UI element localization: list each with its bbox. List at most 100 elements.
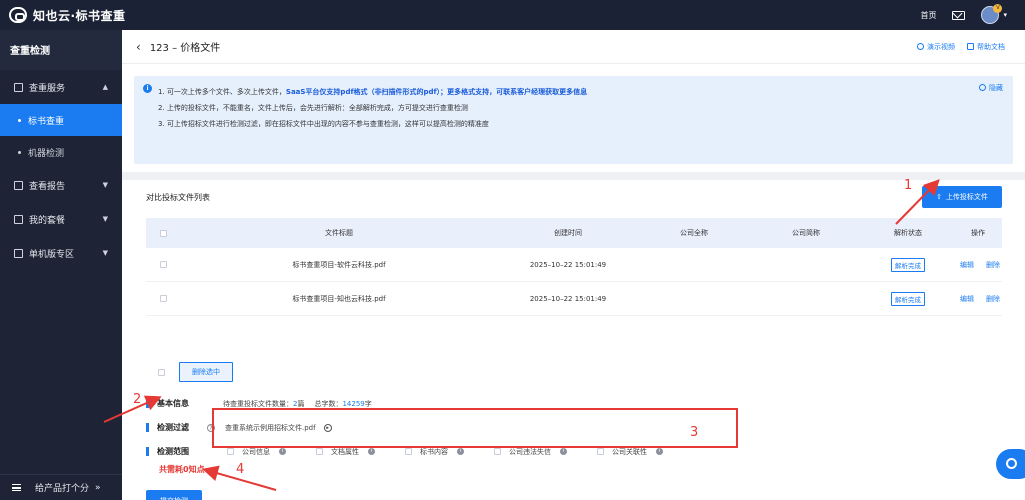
sidebar-item-label: 标书查重 bbox=[28, 116, 65, 127]
notice-line-1-prefix: 1. 可一次上传多个文件、多次上传文件， bbox=[158, 88, 286, 96]
scope-option-bid-content[interactable]: 标书内容 i bbox=[405, 447, 464, 457]
checkbox[interactable] bbox=[597, 448, 604, 455]
scope-option-doc-properties[interactable]: 文档属性 i bbox=[316, 447, 375, 457]
mail-icon[interactable] bbox=[952, 10, 966, 20]
page-header: ‹ 123 – 价格文件 bbox=[122, 30, 1025, 64]
parse-status-badge: 解析完成 bbox=[891, 291, 925, 306]
sidebar-group-standalone[interactable]: 单机版专区 ▼ bbox=[0, 236, 122, 270]
column-header: 创建时间 bbox=[554, 229, 582, 237]
scope-option-label: 标书内容 bbox=[420, 447, 448, 456]
scope-option-label: 文档属性 bbox=[331, 447, 359, 456]
info-icon: i bbox=[143, 84, 152, 93]
delete-button[interactable]: 删除 bbox=[986, 295, 1000, 303]
row-checkbox[interactable] bbox=[159, 295, 167, 302]
scope-option-label: 公司信息 bbox=[242, 447, 270, 456]
standalone-icon bbox=[14, 248, 23, 258]
sidebar-item-machine-check[interactable]: 机器检测 bbox=[0, 136, 122, 168]
notice-line-2: 2. 上传的投标文件，不能重名，文件上传后，会先进行解析：全部解析完成，方可提交… bbox=[158, 104, 468, 112]
info-icon[interactable]: i bbox=[279, 448, 286, 455]
vip-badge: V bbox=[993, 4, 1003, 13]
created-time-cell: 2025–10–22 15:01:49 bbox=[529, 294, 607, 303]
rate-product-button[interactable]: 给产品打个分 » bbox=[0, 474, 122, 500]
brand-name: 知也云·标书查重 bbox=[33, 8, 126, 23]
notice-line-3: 3. 可上传招标文件进行检测过滤，即在招标文件中出现的内容不参与查重检测，这样可… bbox=[158, 120, 489, 128]
scope-option-company-violations[interactable]: 公司违法失信 i bbox=[494, 447, 567, 457]
sidebar-group-service[interactable]: 查重服务 ▲ bbox=[0, 70, 122, 104]
section-marker bbox=[146, 423, 149, 432]
cost-text: 共需耗0知点 bbox=[159, 465, 205, 474]
checkbox[interactable] bbox=[405, 448, 412, 455]
column-header: 操作 bbox=[971, 229, 985, 237]
scope-option-company-info[interactable]: 公司信息 i bbox=[227, 447, 286, 457]
rate-product-label: 给产品打个分 bbox=[35, 484, 90, 494]
scope-option-company-relation[interactable]: 公司关联性 i bbox=[597, 447, 663, 457]
chevron-down-icon: ▼ bbox=[102, 181, 108, 189]
upload-bid-file-button[interactable]: ⇧ 上传投标文件 bbox=[922, 186, 1002, 208]
edit-button[interactable]: 编辑 bbox=[960, 295, 974, 303]
checkbox[interactable] bbox=[494, 448, 501, 455]
row-checkbox[interactable] bbox=[159, 261, 167, 268]
help-doc-link[interactable]: 帮助文档 bbox=[967, 42, 1005, 52]
column-header: 公司全称 bbox=[680, 229, 708, 237]
chevron-down-icon[interactable]: ▾ bbox=[1003, 11, 1007, 19]
parse-status-badge: 解析完成 bbox=[891, 257, 925, 272]
scope-option-label: 公司关联性 bbox=[612, 447, 647, 456]
hide-notice-button[interactable]: 隐藏 bbox=[979, 83, 1003, 93]
select-all-checkbox[interactable] bbox=[159, 229, 167, 237]
sidebar-group-label: 我的套餐 bbox=[29, 215, 66, 226]
info-icon[interactable]: i bbox=[457, 448, 464, 455]
column-header: 文件标题 bbox=[325, 229, 353, 237]
char-count-prefix: 总字数： bbox=[314, 399, 343, 408]
customer-service-button[interactable] bbox=[996, 449, 1025, 479]
sidebar: 查重检测 查重服务 ▲ 标书查重 机器检测 查看报告 ▼ 我的套餐 ▼ 单机版专… bbox=[0, 30, 122, 500]
sidebar-group-reports[interactable]: 查看报告 ▼ bbox=[0, 168, 122, 202]
service-icon bbox=[14, 82, 23, 92]
annotation-number-1: 1 bbox=[904, 178, 913, 193]
sidebar-item-label: 机器检测 bbox=[28, 148, 65, 159]
info-icon[interactable]: i bbox=[560, 448, 567, 455]
scope-option-label: 公司违法失信 bbox=[509, 447, 551, 456]
help-doc-label: 帮助文档 bbox=[977, 43, 1005, 51]
delete-button[interactable]: 删除 bbox=[986, 261, 1000, 269]
header-links: 演示视频 帮助文档 bbox=[917, 42, 1005, 52]
info-icon[interactable]: i bbox=[368, 448, 375, 455]
page-title: 123 – 价格文件 bbox=[149, 43, 221, 54]
file-title-cell: 标书查重项目-软件云科技.pdf bbox=[292, 260, 386, 269]
annotation-box bbox=[212, 408, 738, 448]
edit-button[interactable]: 编辑 bbox=[960, 261, 974, 269]
sidebar-group-packages[interactable]: 我的套餐 ▼ bbox=[0, 202, 122, 236]
checkbox[interactable] bbox=[227, 448, 234, 455]
bulk-actions: 删除选中 bbox=[158, 362, 233, 382]
home-link[interactable]: 首页 bbox=[920, 10, 936, 21]
document-icon bbox=[967, 43, 974, 50]
char-count-value: 14259 bbox=[342, 399, 365, 408]
hide-label: 隐藏 bbox=[989, 84, 1003, 92]
edit-icon bbox=[979, 84, 986, 91]
basic-info-label: 基本信息 bbox=[157, 399, 189, 408]
logo-icon bbox=[9, 7, 27, 23]
top-navbar: 知也云·标书查重 首页 V ▾ bbox=[0, 0, 1025, 30]
char-count: 总字数：14259字 bbox=[314, 399, 371, 409]
notice-panel: i 1. 可一次上传多个文件、多次上传文件，SaaS平台仅支持pdf格式（非扫描… bbox=[134, 76, 1013, 164]
file-list-title: 对比投标文件列表 bbox=[146, 193, 210, 202]
section-marker bbox=[146, 399, 149, 408]
bulk-select-checkbox[interactable] bbox=[158, 368, 165, 376]
info-icon[interactable]: i bbox=[656, 448, 663, 455]
file-count: 待查重投标文件数量：2篇 bbox=[223, 399, 304, 409]
back-icon[interactable]: ‹ bbox=[136, 40, 141, 54]
annotation-number-2: 2 bbox=[133, 392, 142, 407]
upload-icon: ⇧ bbox=[936, 193, 942, 201]
file-count-prefix: 待查重投标文件数量： bbox=[223, 399, 293, 408]
submit-check-button[interactable]: 提交检测 bbox=[146, 490, 202, 500]
demo-video-link[interactable]: 演示视频 bbox=[917, 42, 955, 52]
sidebar-item-bid-check[interactable]: 标书查重 bbox=[0, 104, 122, 136]
created-time-cell: 2025–10–22 15:01:49 bbox=[529, 260, 607, 269]
checkbox[interactable] bbox=[316, 448, 323, 455]
avatar[interactable]: V bbox=[981, 4, 1003, 24]
char-count-unit: 字 bbox=[364, 399, 372, 408]
table-row: 标书查重项目-知也云科技.pdf 2025–10–22 15:01:49 解析完… bbox=[146, 282, 1002, 316]
delete-selected-button[interactable]: 删除选中 bbox=[179, 362, 233, 382]
section-marker bbox=[146, 447, 149, 456]
demo-video-label: 演示视频 bbox=[927, 43, 955, 51]
brand-logo[interactable]: 知也云·标书查重 bbox=[9, 7, 126, 24]
